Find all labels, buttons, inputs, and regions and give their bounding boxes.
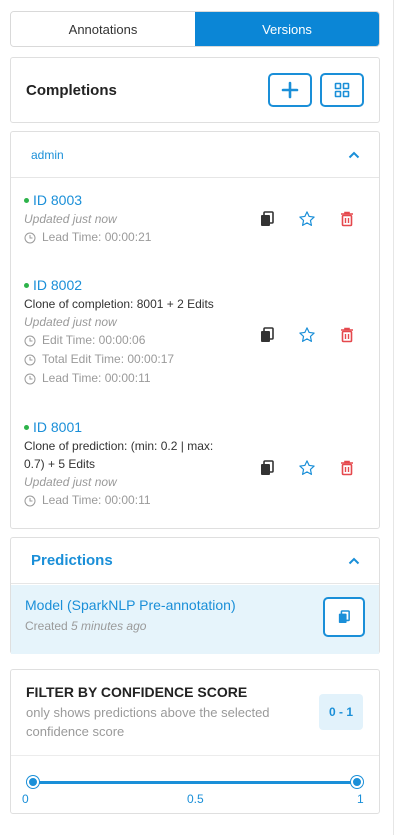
completion-actions <box>247 459 367 477</box>
completion-id: ID 8003 <box>33 192 83 208</box>
completions-title: Completions <box>26 81 117 99</box>
copy-icon <box>338 610 350 623</box>
completion-actions <box>247 210 367 228</box>
plus-icon <box>281 81 299 99</box>
tab-annotations[interactable]: Annotations <box>11 12 195 46</box>
tick-mid-label: 0.5 <box>187 792 204 806</box>
lead-time: Lead Time: 00:00:11 <box>24 491 369 510</box>
delete-button[interactable] <box>327 327 367 343</box>
predictions-title: Predictions <box>31 552 113 569</box>
delete-button[interactable] <box>327 460 367 476</box>
predictions-panel: Predictions Model (SparkNLP Pre-annotati… <box>10 537 380 654</box>
star-button[interactable] <box>287 210 327 228</box>
status-dot <box>24 197 29 203</box>
clock-icon <box>24 232 36 243</box>
clock-icon <box>24 354 36 365</box>
status-dot <box>24 424 29 430</box>
tick-min-label: 0 <box>22 792 29 806</box>
trash-icon <box>341 460 353 476</box>
panel-tabs: Annotations Versions <box>10 11 380 47</box>
grid-view-button[interactable] <box>320 73 364 107</box>
tab-versions[interactable]: Versions <box>195 12 379 46</box>
prediction-model-name: Model (SparkNLP Pre-annotation) <box>25 597 236 613</box>
clone-text-line1: Clone of prediction: (min: 0.2 | max: <box>24 439 214 453</box>
copy-button[interactable] <box>247 327 287 343</box>
total-edit-time: Total Edit Time: 00:00:17 <box>24 350 369 369</box>
confidence-slider[interactable] <box>27 776 363 788</box>
copy-prediction-button[interactable] <box>323 597 365 637</box>
copy-button[interactable] <box>247 211 287 227</box>
prediction-item[interactable]: Model (SparkNLP Pre-annotation) Created … <box>11 585 379 654</box>
completion-actions <box>247 326 367 344</box>
prediction-created: Created 5 minutes ago <box>25 619 147 633</box>
completions-header: Completions <box>10 57 380 123</box>
lead-time: Lead Time: 00:00:21 <box>24 228 369 247</box>
completion-group: admin ID 8003 Updated just now Lead Time… <box>10 131 380 529</box>
slider-track[interactable] <box>33 781 357 784</box>
star-button[interactable] <box>287 459 327 477</box>
grid-icon <box>334 82 350 98</box>
star-icon <box>299 211 315 226</box>
clock-icon <box>24 373 36 384</box>
group-user: admin <box>31 147 64 162</box>
group-header[interactable]: admin <box>11 132 379 178</box>
predictions-header[interactable]: Predictions <box>11 538 379 584</box>
clock-icon <box>24 495 36 506</box>
trash-icon <box>341 327 353 343</box>
filter-title: FILTER BY CONFIDENCE SCORE <box>26 684 248 700</box>
filter-description: only shows predictions above the selecte… <box>26 705 270 739</box>
delete-button[interactable] <box>327 211 367 227</box>
copy-button[interactable] <box>247 460 287 476</box>
slider-thumb-min[interactable] <box>27 776 39 788</box>
slider-thumb-max[interactable] <box>351 776 363 788</box>
completion-id: ID 8001 <box>33 419 83 435</box>
chevron-up-icon[interactable] <box>347 148 361 162</box>
confidence-filter: FILTER BY CONFIDENCE SCORE only shows pr… <box>10 669 380 814</box>
tick-max-label: 1 <box>357 792 364 806</box>
divider <box>11 755 379 756</box>
copy-icon <box>261 211 274 226</box>
add-completion-button[interactable] <box>268 73 312 107</box>
copy-icon <box>261 327 274 342</box>
star-button[interactable] <box>287 326 327 344</box>
clock-icon <box>24 335 36 346</box>
clone-text: Clone of completion: 8001 + 2 Edits <box>24 297 214 311</box>
completion-id: ID 8002 <box>33 277 83 293</box>
star-icon <box>299 460 315 475</box>
status-dot <box>24 282 29 288</box>
trash-icon <box>341 211 353 227</box>
copy-icon <box>261 460 274 475</box>
panel-edge <box>393 0 394 835</box>
lead-time: Lead Time: 00:00:11 <box>24 369 369 388</box>
star-icon <box>299 327 315 342</box>
chevron-up-icon[interactable] <box>347 554 361 568</box>
range-badge: 0 - 1 <box>319 694 363 730</box>
